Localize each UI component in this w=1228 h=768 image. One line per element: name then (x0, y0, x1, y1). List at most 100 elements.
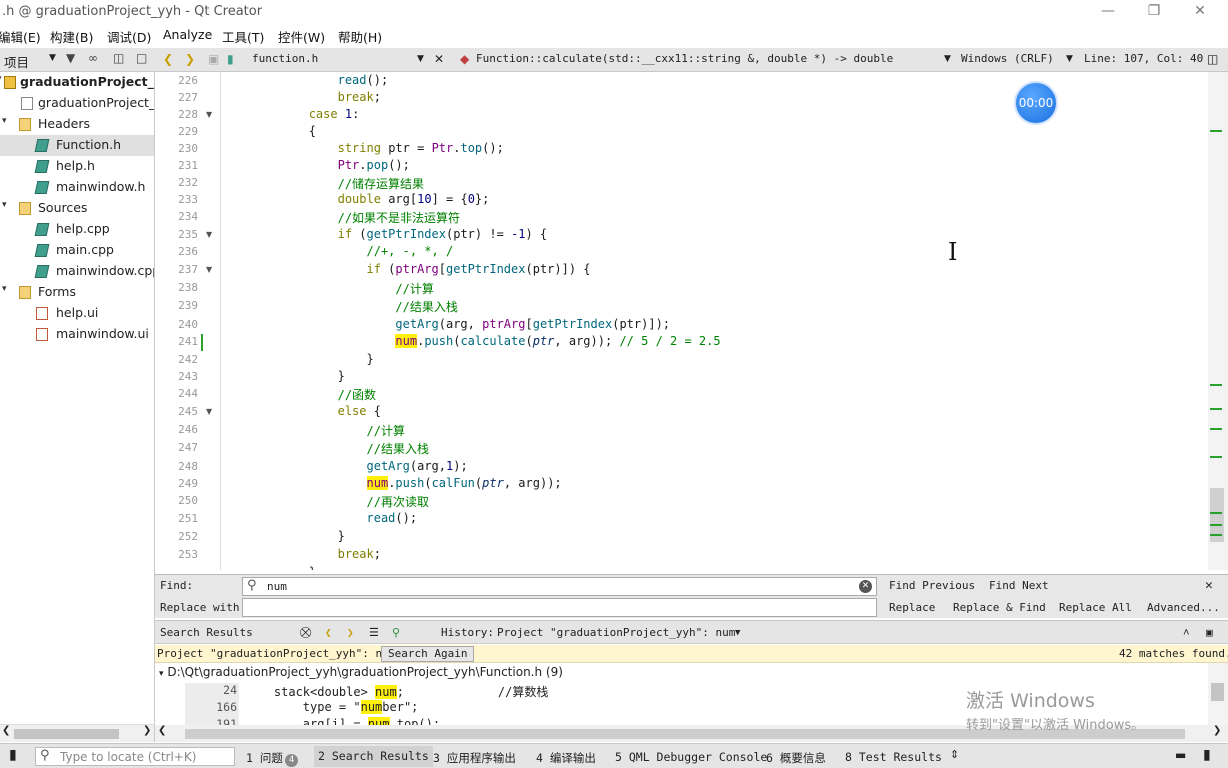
tree-item-pro[interactable]: graduationProject_yyh.pro (0, 93, 154, 114)
close-panel-icon[interactable]: □ (136, 51, 147, 65)
tree-item-help-ui[interactable]: help.ui (0, 303, 154, 324)
tree-item-sources[interactable]: ▾ Sources (0, 198, 154, 219)
tab-general-messages[interactable]: 6 概要信息 (766, 750, 826, 766)
next-result-icon[interactable]: ❯ (347, 626, 354, 639)
clear-results-icon[interactable]: ⛒ (300, 626, 311, 640)
replace-input[interactable] (242, 598, 877, 617)
scroll-left-icon[interactable]: ❮ (158, 725, 166, 736)
chevron-down-icon[interactable]: ▼ (49, 53, 56, 63)
tree-item-mainwindow-h[interactable]: mainwindow.h (0, 177, 154, 198)
find-next-button[interactable]: Find Next (989, 579, 1049, 592)
scroll-right-icon[interactable]: ❯ (1213, 725, 1221, 736)
tree-item-forms[interactable]: ▾ Forms (0, 282, 154, 303)
scroll-thumb[interactable] (1211, 683, 1224, 701)
menu-build[interactable]: 构建(B) (50, 27, 93, 46)
tree-item-mainwindow-cpp[interactable]: mainwindow.cpp (0, 261, 154, 282)
symbol-combo[interactable]: Function::calculate(std::__cxx11::string… (476, 52, 893, 65)
scroll-right-icon[interactable]: ❯ (143, 725, 151, 736)
tree-item-function-h[interactable]: Function.h (0, 135, 154, 156)
link-icon[interactable]: ∞ (88, 51, 98, 65)
close-panel-icon[interactable]: ▣ (1206, 626, 1213, 639)
filter-icon[interactable]: ▼ (66, 51, 75, 65)
maximize-panel-icon[interactable]: ˄ (1183, 626, 1190, 640)
menu-tools[interactable]: 工具(T) (222, 27, 264, 46)
results-vertical-scrollbar[interactable] (1208, 663, 1228, 725)
tree-item-label: graduationProject_yyh (20, 74, 154, 89)
search-again-button[interactable]: Search Again (381, 646, 475, 662)
scroll-thumb[interactable] (14, 729, 119, 739)
pro-file-icon (21, 97, 33, 110)
tree-item-headers[interactable]: ▾ Headers (0, 114, 154, 135)
split-icon[interactable]: ◫ (113, 51, 124, 65)
tab-search-results[interactable]: 2 Search Results (314, 746, 433, 767)
new-search-icon[interactable]: ⚲ (392, 626, 400, 639)
replace-all-button[interactable]: Replace All (1059, 601, 1132, 614)
expand-icon[interactable]: ▾ (2, 200, 7, 210)
replace-button[interactable]: Replace (889, 601, 935, 614)
fold-marker-icon[interactable]: ▼ (206, 230, 212, 239)
tab-application-output[interactable]: 3 应用程序输出 (433, 750, 516, 766)
menu-edit[interactable]: 编辑(E) (0, 27, 41, 46)
fold-marker-icon[interactable]: ▼ (206, 407, 212, 416)
code-editor[interactable]: read(); break; case 1: { string ptr = Pt… (222, 72, 1208, 570)
menu-help[interactable]: 帮助(H) (338, 27, 382, 46)
clear-icon[interactable]: ✕ (859, 580, 872, 593)
result-row[interactable]: arg[i] = num.top(); (245, 717, 440, 725)
result-file-node[interactable]: ▾ D:\Qt\graduationProject_yyh\graduation… (159, 665, 563, 679)
result-row[interactable]: type = "number"; (245, 700, 418, 714)
back-icon[interactable]: ❮ (163, 52, 173, 66)
minimize-button[interactable]: — (1085, 0, 1131, 24)
tree-item-project[interactable]: ▾ graduationProject_yyh (0, 72, 154, 93)
tab-issues[interactable]: 1 问题 4 (246, 750, 299, 767)
chevron-down-icon[interactable]: ▼ (944, 54, 951, 64)
fold-marker-icon[interactable]: ▼ (206, 265, 212, 274)
chevron-down-icon[interactable]: ▼ (1066, 54, 1073, 64)
fold-marker-icon[interactable]: ▼ (206, 110, 212, 119)
tree-horizontal-scrollbar[interactable]: ❮ ❯ (0, 724, 155, 742)
find-previous-button[interactable]: Find Previous (889, 579, 975, 592)
find-input[interactable]: ⚲ num ✕ (242, 577, 877, 596)
tab-compile-output[interactable]: 4 编译输出 (536, 750, 596, 766)
menu-analyze[interactable]: Analyze (163, 27, 212, 42)
tree-item-mainwindow-ui[interactable]: mainwindow.ui (0, 324, 154, 345)
cursor-position[interactable]: Line: 107, Col: 40 (1084, 52, 1203, 65)
previous-result-icon[interactable]: ❮ (325, 626, 332, 639)
close-document-icon[interactable]: ✕ (434, 52, 444, 66)
toggle-sidebar-icon[interactable]: ▮ (9, 747, 17, 763)
close-window-button[interactable]: ✕ (1177, 0, 1223, 24)
history-combo[interactable]: Project "graduationProject_yyh": num (497, 626, 735, 639)
recording-timer[interactable]: 00:00 (1014, 81, 1058, 125)
expand-icon[interactable]: ▾ (0, 74, 2, 84)
editor-vertical-scrollbar[interactable] (1208, 72, 1228, 570)
document-combo[interactable]: function.h (252, 52, 318, 65)
line-ending-combo[interactable]: Windows (CRLF) (961, 52, 1054, 65)
menu-debug[interactable]: 调试(D) (107, 27, 151, 46)
close-find-icon[interactable]: ✕ (1205, 578, 1213, 593)
expand-all-icon[interactable]: ☰ (369, 626, 379, 639)
expand-icon[interactable]: ▾ (159, 669, 164, 679)
forward-icon[interactable]: ❯ (185, 52, 195, 66)
menu-widgets[interactable]: 控件(W) (278, 27, 325, 46)
tab-test-results[interactable]: 8 Test Results (845, 750, 942, 764)
replace-find-button[interactable]: Replace & Find (953, 601, 1046, 614)
chevron-down-icon[interactable]: ▼ (417, 54, 424, 64)
maximize-button[interactable]: ❐ (1131, 0, 1177, 24)
progress-icon[interactable]: ▬ (1175, 748, 1186, 762)
tree-item-help-h[interactable]: help.h (0, 156, 154, 177)
split-icon[interactable]: ◫ (1207, 52, 1218, 66)
result-row[interactable]: stack<double> num; //算数栈 (245, 683, 548, 700)
tab-qml-debugger[interactable]: 5 QML Debugger Console (615, 750, 767, 764)
tree-item-main-cpp[interactable]: main.cpp (0, 240, 154, 261)
view-combo[interactable]: 项目 (4, 52, 29, 71)
chevron-down-icon[interactable]: ▼ (735, 628, 740, 638)
scroll-left-icon[interactable]: ❮ (2, 725, 10, 736)
expand-icon[interactable]: ▾ (2, 116, 7, 126)
result-file-path: D:\Qt\graduationProject_yyh\graduationPr… (167, 665, 563, 679)
expand-icon[interactable]: ▾ (2, 284, 7, 294)
advanced-button[interactable]: Advanced... (1147, 601, 1220, 614)
toggle-output-icon[interactable]: ▮ (1203, 747, 1211, 763)
locator-input[interactable]: ⚲ Type to locate (Ctrl+K) (35, 747, 235, 766)
more-tabs-icon[interactable]: ⇕ (950, 748, 959, 761)
line-number: 245 (178, 405, 198, 418)
tree-item-help-cpp[interactable]: help.cpp (0, 219, 154, 240)
